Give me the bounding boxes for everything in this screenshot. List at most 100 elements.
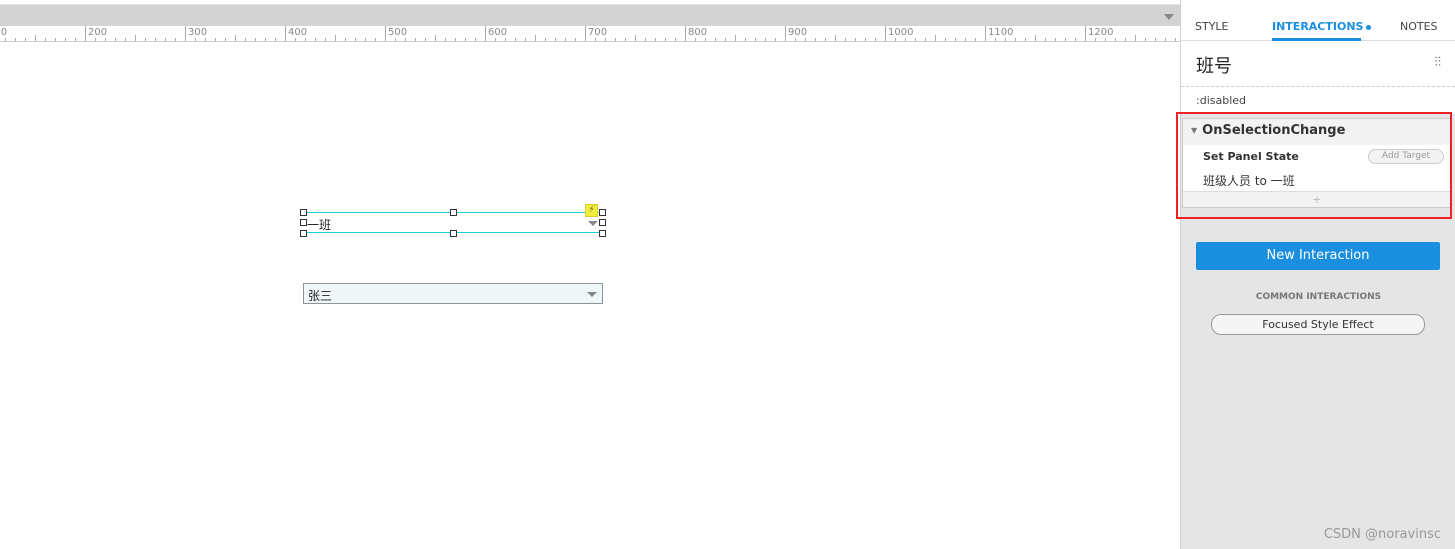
ruler-label: 1000 [888,27,914,38]
ruler-tick [845,38,846,41]
ruler-tick [1135,35,1136,41]
ruler-tick [545,38,546,41]
ruler-tick [5,38,6,41]
resize-handle[interactable] [599,219,606,226]
ruler-tick [225,38,226,41]
ruler-tick [875,38,876,41]
ruler-tick [915,38,916,41]
ruler-tick [125,38,126,41]
tab-interactions[interactable]: INTERACTIONS [1272,20,1372,33]
ruler-tick [265,38,266,41]
ruler-tick [305,38,306,41]
ruler-tick [605,38,606,41]
resize-handle[interactable] [300,209,307,216]
ruler-tick [1105,38,1106,41]
ruler-tick [235,35,236,41]
dropdown-value: 张三 [308,289,333,303]
caret-down-icon [588,221,598,226]
ruler-label: 100 [0,27,8,38]
ruler-tick [755,38,756,41]
ruler-tick [1035,35,1036,41]
resize-handle[interactable] [599,230,606,237]
ruler-tick [325,38,326,41]
ruler-tick [745,38,746,41]
ruler-tick [45,38,46,41]
ruler-tick [415,38,416,41]
ruler-tick [1085,26,1086,41]
ruler-tick [195,38,196,41]
ruler-tick [935,35,936,41]
ruler-tick [155,38,156,41]
ruler-tick [1145,38,1146,41]
ruler-tick [75,38,76,41]
ruler-tick [1175,38,1176,41]
dot-icon [1366,24,1372,30]
ruler-label: 600 [488,27,508,38]
ruler-label: 200 [88,27,108,38]
state-disabled[interactable]: :disabled [1181,87,1455,114]
ruler-tick [335,35,336,41]
ruler-tick [245,38,246,41]
ruler-tick [1045,38,1046,41]
ruler-tick [835,35,836,41]
ruler-tick [715,38,716,41]
ruler-tick [425,38,426,41]
ruler-tick [485,26,486,41]
ruler-tick [435,35,436,41]
chevron-down-icon[interactable] [1164,14,1174,20]
ruler-tick [555,38,556,41]
ruler-tick [515,38,516,41]
ruler-tick [15,38,16,41]
sliders-icon[interactable]: ⫶⫶ [1435,55,1442,70]
ruler-tick [925,38,926,41]
ruler-tick [375,38,376,41]
ruler-tick [805,38,806,41]
ruler-tick [665,38,666,41]
ruler-tick [95,38,96,41]
ruler-label: 1200 [1088,27,1114,38]
ruler-label: 500 [388,27,408,38]
ruler-tick [785,26,786,41]
ruler-tick [35,35,36,41]
widget-name: 班号 [1196,56,1232,77]
ruler-tick [795,38,796,41]
ruler-tick [765,38,766,41]
ruler-tick [1025,38,1026,41]
ruler-tick [455,38,456,41]
ruler-tick [625,38,626,41]
ruler-tick [1125,38,1126,41]
ruler-tick [525,38,526,41]
ruler-tick [645,38,646,41]
ruler-tick [725,38,726,41]
ruler-tick [575,38,576,41]
horizontal-scrollbar[interactable] [0,5,1180,26]
resize-handle[interactable] [599,209,606,216]
ruler-tick [25,38,26,41]
ruler-tick [895,38,896,41]
ruler-tick [135,35,136,41]
ruler-tick [885,26,886,41]
ruler-tick [505,38,506,41]
ruler-tick [855,38,856,41]
new-interaction-button[interactable]: New Interaction [1196,242,1440,270]
resize-handle[interactable] [450,209,457,216]
ruler-tick [615,38,616,41]
resize-handle[interactable] [300,230,307,237]
person-dropdown[interactable]: 张三 [303,283,603,304]
resize-handle[interactable] [450,230,457,237]
interaction-bolt-icon[interactable]: ⚡ [585,204,598,217]
ruler-tick [815,38,816,41]
highlight-box [1176,112,1452,219]
ruler-tick [205,38,206,41]
tab-notes[interactable]: NOTES [1400,20,1438,33]
ruler-tick [945,38,946,41]
resize-handle[interactable] [300,219,307,226]
tab-style[interactable]: STYLE [1195,20,1229,33]
ruler-label: 1100 [988,27,1014,38]
ruler-tick [475,38,476,41]
focused-style-effect-button[interactable]: Focused Style Effect [1211,314,1425,335]
ruler-tick [905,38,906,41]
ruler-tick [365,38,366,41]
ruler-tick [565,38,566,41]
ruler-tick [735,35,736,41]
